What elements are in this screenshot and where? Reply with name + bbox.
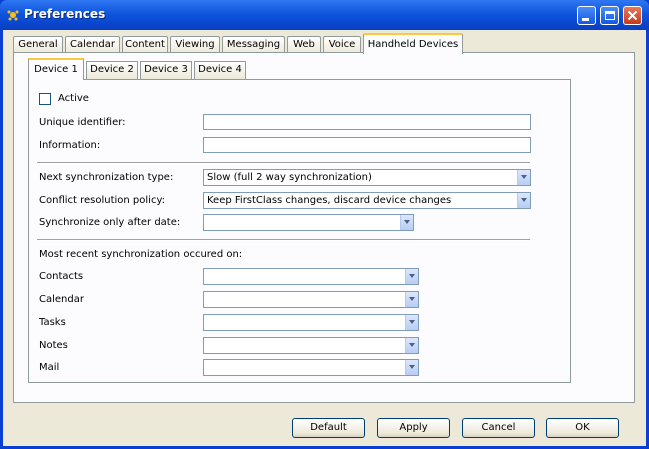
title-bar[interactable]: Preferences	[0, 0, 649, 30]
sync-after-date-label: Synchronize only after date:	[39, 217, 181, 228]
default-button[interactable]: Default	[292, 418, 365, 438]
device-1-panel: Active Unique identifier: Information: N…	[28, 79, 571, 383]
tab-calendar[interactable]: Calendar	[65, 36, 120, 53]
tasks-label: Tasks	[39, 317, 66, 328]
notes-label: Notes	[39, 340, 68, 351]
chevron-down-icon[interactable]	[517, 193, 530, 208]
chevron-down-icon[interactable]	[517, 170, 530, 185]
maximize-icon	[605, 11, 615, 20]
handheld-devices-panel: Device 1 Device 2 Device 3 Device 4 Acti…	[13, 52, 635, 403]
next-sync-type-label: Next synchronization type:	[39, 172, 174, 183]
unique-identifier-input[interactable]	[203, 114, 531, 130]
tab-device-4[interactable]: Device 4	[194, 61, 246, 79]
maximize-button[interactable]	[600, 6, 619, 25]
information-input[interactable]	[203, 137, 531, 153]
recent-sync-label: Most recent synchronization occured on:	[39, 249, 243, 260]
apply-button[interactable]: Apply	[377, 418, 450, 438]
next-sync-type-select[interactable]: Slow (full 2 way synchronization)	[203, 169, 531, 186]
tab-voice[interactable]: Voice	[323, 36, 361, 53]
app-icon	[7, 10, 19, 21]
mail-sync-select[interactable]	[203, 359, 419, 376]
tab-device-2[interactable]: Device 2	[86, 61, 138, 79]
conflict-policy-label: Conflict resolution policy:	[39, 195, 166, 206]
close-icon	[627, 10, 638, 21]
contacts-label: Contacts	[39, 271, 84, 282]
minimize-button[interactable]	[577, 6, 596, 25]
contacts-sync-select[interactable]	[203, 268, 419, 285]
tab-general[interactable]: General	[13, 36, 63, 53]
tab-device-1[interactable]: Device 1	[28, 58, 84, 80]
chevron-down-icon[interactable]	[405, 338, 418, 353]
active-checkbox[interactable]	[39, 93, 51, 105]
chevron-down-icon[interactable]	[405, 360, 418, 375]
conflict-policy-value: Keep FirstClass changes, discard device …	[207, 195, 452, 206]
calendar-label: Calendar	[39, 294, 84, 305]
minimize-icon	[582, 18, 589, 21]
chevron-down-icon[interactable]	[400, 215, 413, 230]
active-label: Active	[58, 93, 89, 104]
tasks-sync-select[interactable]	[203, 314, 419, 331]
mail-label: Mail	[39, 362, 60, 373]
tab-viewing[interactable]: Viewing	[170, 36, 220, 53]
tab-messaging[interactable]: Messaging	[222, 36, 285, 53]
window-client: General Calendar Content Viewing Messagi…	[3, 30, 646, 446]
chevron-down-icon[interactable]	[405, 292, 418, 307]
tab-handheld-devices[interactable]: Handheld Devices	[363, 33, 463, 54]
separator	[37, 239, 530, 241]
sync-after-date-select[interactable]	[203, 214, 414, 231]
tab-device-3[interactable]: Device 3	[140, 61, 192, 79]
chevron-down-icon[interactable]	[405, 269, 418, 284]
conflict-policy-select[interactable]: Keep FirstClass changes, discard device …	[203, 192, 531, 209]
window-title: Preferences	[24, 7, 106, 21]
information-label: Information:	[39, 140, 101, 151]
next-sync-type-value: Slow (full 2 way synchronization)	[207, 172, 372, 183]
chevron-down-icon[interactable]	[405, 315, 418, 330]
ok-button[interactable]: OK	[546, 418, 619, 438]
cancel-button[interactable]: Cancel	[462, 418, 535, 438]
calendar-sync-select[interactable]	[203, 291, 419, 308]
close-button[interactable]	[623, 6, 642, 25]
tab-web[interactable]: Web	[287, 36, 321, 53]
separator	[37, 162, 530, 164]
preferences-window: Preferences General Calendar Content Vie…	[0, 0, 649, 449]
notes-sync-select[interactable]	[203, 337, 419, 354]
unique-identifier-label: Unique identifier:	[39, 117, 126, 128]
tab-content[interactable]: Content	[122, 36, 168, 53]
